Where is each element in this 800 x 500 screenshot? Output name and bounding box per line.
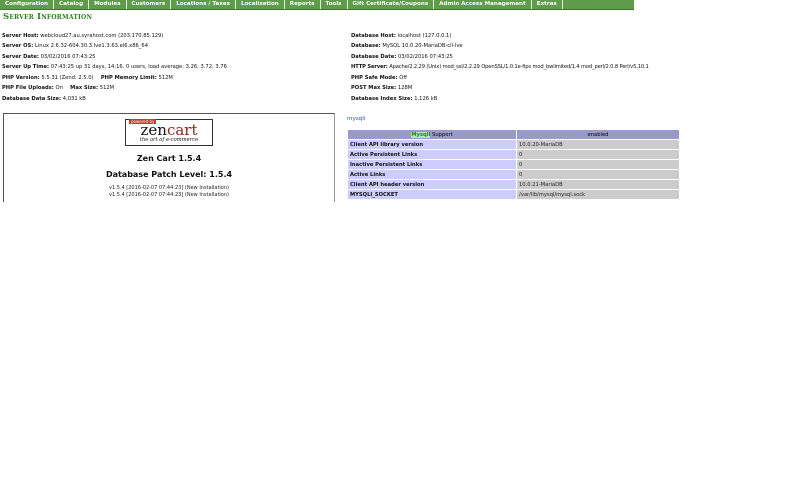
db-date-label: Database Date: xyxy=(351,54,397,60)
server-host-value: webcloud27.au.syrahost.com (203.170.85.1… xyxy=(40,33,164,39)
table-row: Client API header version 10.0.21-MariaD… xyxy=(348,180,679,189)
db-index-value: 1,126 kB xyxy=(414,96,438,102)
table-row: Active Links 0 xyxy=(348,170,679,179)
php-uploads-value: On xyxy=(55,85,63,91)
server-date-row: Server Date: 03/02/2016 07:43:25 xyxy=(2,54,95,60)
server-os-row: Server OS: Linux 2.6.32-604.30.3.lve1.3.… xyxy=(2,43,148,49)
menu-locations-taxes[interactable]: Locations / Taxes xyxy=(171,0,236,9)
post-max-label: POST Max Size: xyxy=(351,85,397,91)
row-value: 0 xyxy=(517,150,679,159)
server-uptime-value: 07:43:25 up 31 days, 14:16, 0 users, loa… xyxy=(50,64,227,70)
row-key: Inactive Persistent Links xyxy=(348,160,516,169)
safe-mode-label: PHP Safe Mode: xyxy=(351,75,398,81)
menu-localization[interactable]: Localization xyxy=(236,0,285,9)
menu-gift-certificate-coupons[interactable]: Gift Certificate/Coupons xyxy=(348,0,435,9)
database-row: Database: MySQL 10.0.20-MariaDB-cll-lve xyxy=(351,43,463,49)
menu-tools[interactable]: Tools xyxy=(321,0,348,9)
row-value: 0 xyxy=(517,170,679,179)
safe-mode-value: Off xyxy=(399,75,407,81)
db-size-label: Database Data Size: xyxy=(2,96,62,102)
php-version-value: 5.5.31 (Zend: 2.5.0) xyxy=(41,75,94,81)
server-date-value: 03/02/2016 07:43:25 xyxy=(40,54,96,60)
mysqli-section-link[interactable]: mysqli xyxy=(347,116,365,122)
table-row: MYSQLI_SOCKET /var/lib/mysql/mysql.sock xyxy=(348,190,679,199)
db-size-row: Database Data Size: 4,031 kB xyxy=(2,96,86,102)
table-row: Inactive Persistent Links 0 xyxy=(348,160,679,169)
db-index-row: Database Index Size: 1,126 kB xyxy=(351,96,437,102)
menu-modules[interactable]: Modules xyxy=(89,0,127,9)
mysqli-table: MysqlI Support enabled Client API librar… xyxy=(347,129,680,200)
version-history-line: v1.5.4 [2016-02-07 07:44:23] (New Instal… xyxy=(109,192,229,198)
table-row: Client API library version 10.0.20-Maria… xyxy=(348,140,679,149)
http-server-row: HTTP Server: Apache/2.2.29 (Unix) mod_ss… xyxy=(351,64,649,70)
row-value: /var/lib/mysql/mysql.sock xyxy=(517,190,679,199)
row-value: 10.0.21-MariaDB xyxy=(517,180,679,189)
database-value: MySQL 10.0.20-MariaDB-cll-lve xyxy=(382,43,463,49)
server-os-value: Linux 2.6.32-604.30.3.lve1.3.63.el6.x86_… xyxy=(34,43,149,49)
safe-mode-row: PHP Safe Mode: Off xyxy=(351,75,407,81)
row-key: Active Links xyxy=(348,170,516,179)
row-key: Client API header version xyxy=(348,180,516,189)
menu-customers[interactable]: Customers xyxy=(127,0,172,9)
server-host-label: Server Host: xyxy=(2,33,39,39)
logo-wordmark: zencart xyxy=(140,121,198,139)
db-host-label: Database Host: xyxy=(351,33,396,39)
menu-admin-access-management[interactable]: Admin Access Management xyxy=(434,0,532,9)
http-server-label: HTTP Server: xyxy=(351,64,388,70)
max-size-label: Max Size: xyxy=(70,85,99,91)
php-memory-label: PHP Memory Limit: xyxy=(100,75,157,81)
server-date-label: Server Date: xyxy=(2,54,39,60)
menu-extras[interactable]: Extras xyxy=(532,0,563,9)
version-panel: powered by zencart the art of e-commerce… xyxy=(3,113,335,202)
db-index-label: Database Index Size: xyxy=(351,96,413,102)
row-value: 0 xyxy=(517,160,679,169)
db-date-value: 03/02/2016 07:43:25 xyxy=(397,54,453,60)
php-uploads-label: PHP File Uploads: xyxy=(2,85,54,91)
row-key: Active Persistent Links xyxy=(348,150,516,159)
table-row: Active Persistent Links 0 xyxy=(348,150,679,159)
menu-configuration[interactable]: Configuration xyxy=(0,0,55,9)
db-size-value: 4,031 kB xyxy=(62,96,86,102)
server-host-row: Server Host: webcloud27.au.syrahost.com … xyxy=(2,33,163,39)
php-uploads-row: PHP File Uploads: On Max Size: 512M xyxy=(2,85,114,91)
row-key: Client API library version xyxy=(348,140,516,149)
database-patch-level: Database Patch Level: 1.5.4 xyxy=(105,170,233,179)
db-host-value: localhost (127.0.0.1) xyxy=(397,33,452,39)
mysqli-support-header: MysqlI Support xyxy=(348,130,516,139)
row-key: MYSQLI_SOCKET xyxy=(348,190,516,199)
zen-cart-version: Zen Cart 1.5.4 xyxy=(136,154,202,163)
menu-reports[interactable]: Reports xyxy=(285,0,321,9)
server-os-label: Server OS: xyxy=(2,43,34,49)
db-host-row: Database Host: localhost (127.0.0.1) xyxy=(351,33,451,39)
server-uptime-label: Server Up Time: xyxy=(2,64,50,70)
php-version-row: PHP Version: 5.5.31 (Zend: 2.5.0) PHP Me… xyxy=(2,75,173,81)
row-value: 10.0.20-MariaDB xyxy=(517,140,679,149)
php-version-label: PHP Version: xyxy=(2,75,40,81)
db-date-row: Database Date: 03/02/2016 07:43:25 xyxy=(351,54,453,60)
menu-catalog[interactable]: Catalog xyxy=(54,0,90,9)
zen-cart-logo[interactable]: powered by zencart the art of e-commerce xyxy=(125,119,213,146)
php-memory-value: 512M xyxy=(158,75,173,81)
http-server-value: Apache/2.2.29 (Unix) mod_ssl/2.2.29 Open… xyxy=(389,64,649,70)
version-history-line: v1.5.4 [2016-02-07 07:44:23] (New Instal… xyxy=(109,185,229,191)
mysqli-enabled-header: enabled xyxy=(517,130,679,139)
server-uptime-row: Server Up Time: 07:43:25 up 31 days, 14:… xyxy=(2,64,227,70)
logo-tagline: the art of e-commerce xyxy=(139,137,199,143)
page-title: Server Information xyxy=(3,12,93,22)
database-label: Database: xyxy=(351,43,381,49)
post-max-value: 128M xyxy=(397,85,413,91)
post-max-row: POST Max Size: 128M xyxy=(351,85,412,91)
top-menu-bar: Configuration Catalog Modules Customers … xyxy=(0,0,634,10)
table-header-row: MysqlI Support enabled xyxy=(348,130,679,139)
max-size-value: 512M xyxy=(99,85,115,91)
